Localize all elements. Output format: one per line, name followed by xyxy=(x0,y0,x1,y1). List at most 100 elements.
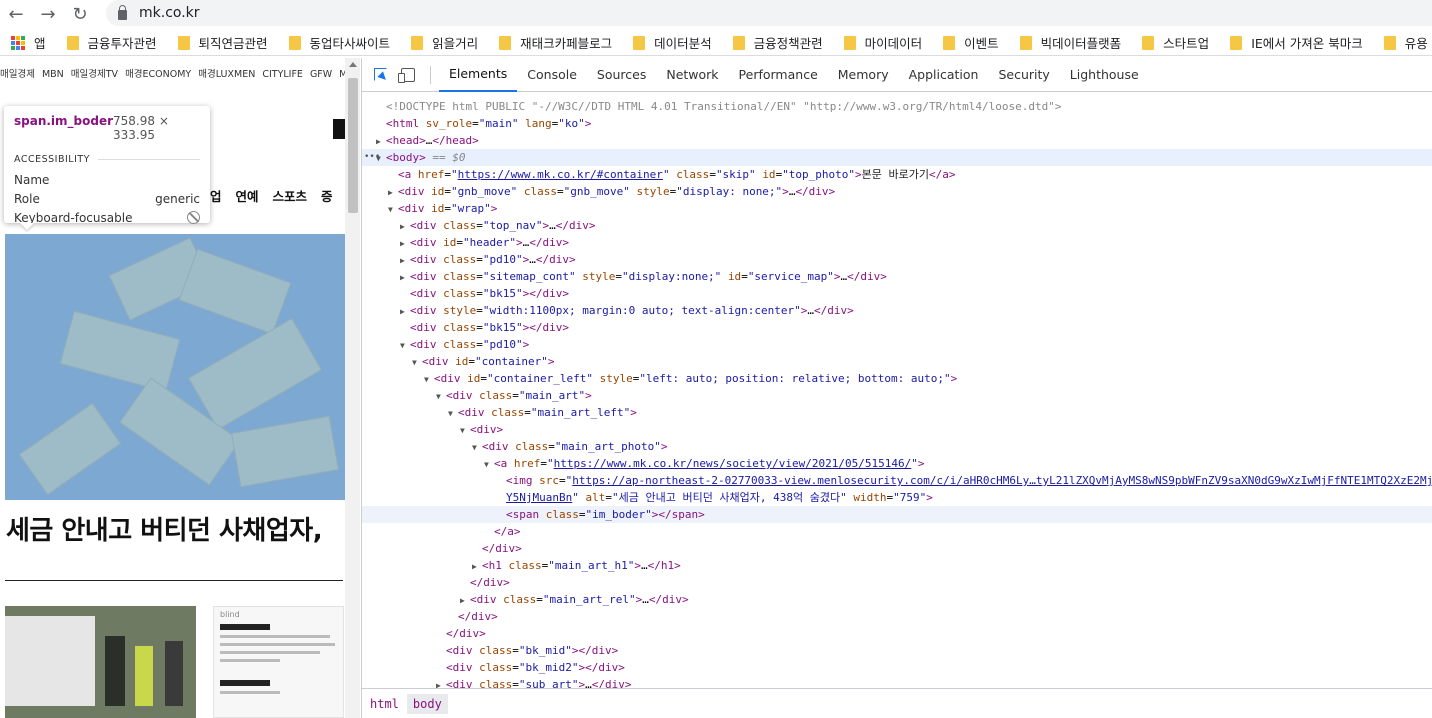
forward-arrow-icon[interactable]: → xyxy=(32,0,64,28)
dom-node-line[interactable]: ▶ <h1 class="main_art_h1">…</h1> xyxy=(362,557,1432,574)
collapse-triangle-icon[interactable]: ▼ xyxy=(412,354,422,371)
site-nav-link[interactable]: GFW xyxy=(310,69,332,80)
expand-triangle-icon[interactable]: ▶ xyxy=(400,235,410,252)
collapse-triangle-icon[interactable]: ▼ xyxy=(484,456,494,473)
dom-node-line[interactable]: ▶ <head>…</head> xyxy=(362,132,1432,149)
dom-node-line[interactable]: </div> xyxy=(362,574,1432,591)
dom-node-line[interactable]: ▼ <div class="main_art"> xyxy=(362,387,1432,404)
bookmark-item[interactable]: 금융투자관련 xyxy=(66,33,157,52)
dom-node-line[interactable]: <span class="im_boder"></span> xyxy=(362,506,1432,523)
tab-memory[interactable]: Memory xyxy=(828,58,899,92)
device-toolbar-icon[interactable] xyxy=(394,61,422,89)
page-scrollbar[interactable] xyxy=(345,58,360,718)
dom-node-line[interactable]: <div class="bk15"></div> xyxy=(362,285,1432,302)
bookmark-item[interactable]: 앱 xyxy=(11,33,46,52)
expand-triangle-icon[interactable]: ▶ xyxy=(436,677,446,688)
bookmark-item[interactable]: 스타트업 xyxy=(1142,33,1209,52)
dom-node-line[interactable]: ▼ <a href="https://www.mk.co.kr/news/soci… xyxy=(362,455,1432,472)
article-headline[interactable]: 세금 안내고 버티던 사채업자, xyxy=(6,510,356,547)
expand-triangle-icon[interactable]: ▶ xyxy=(400,252,410,269)
lock-icon[interactable] xyxy=(118,4,127,20)
site-nav-link[interactable]: 매경LUXMEN xyxy=(198,69,255,80)
expand-triangle-icon[interactable]: ▶ xyxy=(376,133,386,150)
dom-node-line[interactable]: </div> xyxy=(362,608,1432,625)
collapse-triangle-icon[interactable]: ▼ xyxy=(388,201,398,218)
collapse-triangle-icon[interactable]: ▼ xyxy=(448,405,458,422)
scrollbar-thumb[interactable] xyxy=(348,78,358,213)
scroll-up-icon[interactable] xyxy=(349,62,357,67)
tab-performance[interactable]: Performance xyxy=(729,58,828,92)
bookmark-item[interactable]: 데이터분석 xyxy=(633,33,712,52)
reload-icon[interactable]: ↻ xyxy=(64,0,96,28)
collapse-triangle-icon[interactable]: ▼ xyxy=(400,337,410,354)
expand-triangle-icon[interactable]: ▶ xyxy=(472,558,482,575)
url-input[interactable]: mk.co.kr xyxy=(106,0,1432,26)
site-nav-link[interactable]: CITYLIFE xyxy=(262,69,303,80)
expand-triangle-icon[interactable]: ▶ xyxy=(400,218,410,235)
tab-elements[interactable]: Elements xyxy=(439,58,518,92)
news-thumbnail[interactable]: blind xyxy=(213,606,344,718)
site-menu-item[interactable]: 스포츠 xyxy=(273,186,308,205)
dom-node-line[interactable]: ▼ <div> xyxy=(362,421,1432,438)
tab-sources[interactable]: Sources xyxy=(587,58,656,92)
dom-node-line[interactable]: ▶ <div class="sub_art">…</div> xyxy=(362,676,1432,688)
bookmark-item[interactable]: 읽을거리 xyxy=(411,33,478,52)
dom-node-line[interactable]: ▼ <div id="container_left" style="left: a… xyxy=(362,370,1432,387)
bookmark-item[interactable]: 동업타사싸이트 xyxy=(288,33,390,52)
dom-node-line[interactable]: ▼ <div class="main_art_photo"> xyxy=(362,438,1432,455)
dom-node-line[interactable]: ▶ <div class="sitemap_cont" style="displa… xyxy=(362,268,1432,285)
site-menu-item[interactable]: 업 xyxy=(210,186,222,205)
bookmark-item[interactable]: 재태크카페블로그 xyxy=(499,33,612,52)
tab-network[interactable]: Network xyxy=(656,58,728,92)
bookmark-item[interactable]: 빅데이터플랫폼 xyxy=(1019,33,1121,52)
dom-node-line[interactable]: ▼ <div class="pd10"> xyxy=(362,336,1432,353)
dom-node-line[interactable]: </div> xyxy=(362,625,1432,642)
dom-node-line[interactable]: <img src="https://ap-northeast-2-0277003… xyxy=(362,472,1432,489)
breadcrumb-html[interactable]: html xyxy=(364,694,405,714)
dom-node-line[interactable]: <!DOCTYPE html PUBLIC "-//W3C//DTD HTML … xyxy=(362,98,1432,115)
bookmark-item[interactable]: 금융정책관련 xyxy=(732,33,823,52)
dom-node-line[interactable]: Y5NjMuanBn" alt="세금 안내고 버티던 사채업자, 438억 숨… xyxy=(362,489,1432,506)
bookmark-item[interactable]: 유용 xyxy=(1383,33,1428,52)
site-menu-item[interactable]: 증 xyxy=(321,186,333,205)
dom-node-line[interactable]: ▶ <div class="top_nav">…</div> xyxy=(362,217,1432,234)
dom-node-line[interactable]: ••• ▼ <body> == $0 xyxy=(362,149,1432,166)
bookmark-item[interactable]: 마이데이터 xyxy=(843,33,922,52)
bookmark-item[interactable]: 이벤트 xyxy=(943,33,999,52)
dom-node-line[interactable]: ▶ <div class="pd10">…</div> xyxy=(362,251,1432,268)
back-arrow-icon[interactable]: ← xyxy=(0,0,32,28)
inspect-element-icon[interactable] xyxy=(366,61,394,89)
dom-node-line[interactable]: </div> xyxy=(362,540,1432,557)
site-nav-link[interactable]: 매경ECONOMY xyxy=(125,69,191,80)
collapse-triangle-icon[interactable]: ▼ xyxy=(460,422,470,439)
dom-node-line[interactable]: <div class="bk_mid"></div> xyxy=(362,642,1432,659)
dom-node-line[interactable]: <html sv_role="main" lang="ko"> xyxy=(362,115,1432,132)
tab-lighthouse[interactable]: Lighthouse xyxy=(1060,58,1149,92)
collapse-triangle-icon[interactable]: ▼ xyxy=(424,371,434,388)
dom-node-line[interactable]: <div class="bk_mid2"></div> xyxy=(362,659,1432,676)
expand-triangle-icon[interactable]: ▶ xyxy=(388,184,398,201)
dom-node-line[interactable]: ▶ <div class="main_art_rel">…</div> xyxy=(362,591,1432,608)
bookmark-item[interactable]: IE에서 가져온 북마크 xyxy=(1230,33,1363,52)
tab-security[interactable]: Security xyxy=(988,58,1059,92)
collapse-triangle-icon[interactable]: ▼ xyxy=(436,388,446,405)
expand-triangle-icon[interactable]: ▶ xyxy=(460,592,470,609)
dom-node-line[interactable]: ▶ <div id="header">…</div> xyxy=(362,234,1432,251)
tab-console[interactable]: Console xyxy=(517,58,587,92)
site-nav-link[interactable]: 매일경제TV xyxy=(71,69,118,80)
dom-node-line[interactable]: ▶ <div id="gnb_move" class="gnb_move" sty… xyxy=(362,183,1432,200)
dom-node-line[interactable]: ▼ <div id="container"> xyxy=(362,353,1432,370)
dom-node-line[interactable]: ▼ <div id="wrap"> xyxy=(362,200,1432,217)
dom-node-line[interactable]: ▼ <div class="main_art_left"> xyxy=(362,404,1432,421)
dom-node-line[interactable]: <a href="https://www.mk.co.kr/#container… xyxy=(362,166,1432,183)
hero-image[interactable] xyxy=(5,234,360,500)
more-options-icon[interactable]: ••• xyxy=(364,149,380,166)
expand-triangle-icon[interactable]: ▶ xyxy=(400,269,410,286)
news-thumbnail[interactable] xyxy=(5,606,196,718)
expand-triangle-icon[interactable]: ▶ xyxy=(400,303,410,320)
breadcrumb-body[interactable]: body xyxy=(406,693,448,714)
tab-application[interactable]: Application xyxy=(899,58,989,92)
dom-node-line[interactable]: </a> xyxy=(362,523,1432,540)
bookmark-item[interactable]: 퇴직연금관련 xyxy=(177,33,268,52)
dom-node-line[interactable]: ▶ <div style="width:1100px; margin:0 auto… xyxy=(362,302,1432,319)
